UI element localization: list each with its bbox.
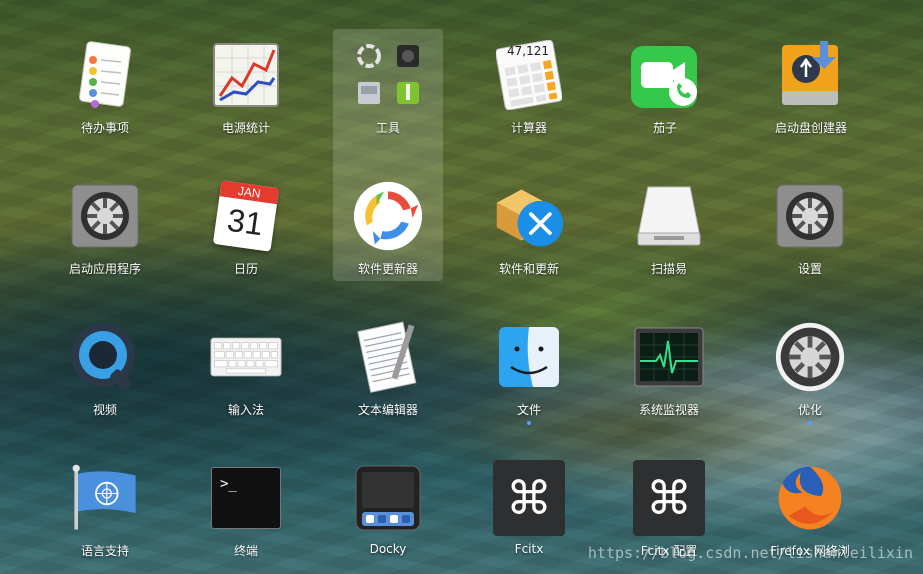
app-utilities-folder[interactable]: 工具: [328, 33, 448, 143]
app-label: 语言支持: [80, 544, 129, 558]
app-label: 启动应用程序: [68, 262, 141, 276]
app-label: 终端: [233, 544, 258, 558]
app-cheese[interactable]: 茄子: [605, 33, 725, 143]
app-docky[interactable]: Docky: [328, 456, 448, 566]
app-label: 茄子: [652, 121, 677, 135]
app-calculator[interactable]: 47,121 计算器: [469, 33, 589, 143]
app-fcitx[interactable]: ⌘ Fcitx: [469, 456, 589, 566]
app-text-editor[interactable]: 文本编辑器: [328, 315, 448, 425]
tweaks-icon: [774, 321, 846, 393]
app-label: Docky: [369, 542, 407, 556]
app-label: 电源统计: [221, 121, 270, 135]
app-language-support[interactable]: 语言支持: [45, 456, 165, 566]
app-label: 输入法: [227, 403, 264, 417]
app-label: 待办事项: [80, 121, 129, 135]
app-label: 软件更新器: [357, 262, 418, 276]
app-label: 工具: [375, 121, 400, 135]
app-power-statistics[interactable]: 电源统计: [186, 33, 306, 143]
app-startup-applications[interactable]: 启动应用程序: [45, 174, 165, 284]
language-support-flag-icon: [69, 462, 141, 534]
watermark-url: https://blog.csdn.net/lishanleilixin: [587, 544, 913, 562]
app-reminders[interactable]: 待办事项: [45, 33, 165, 143]
terminal-icon: >_: [210, 462, 282, 534]
startup-applications-icon: [69, 180, 141, 252]
app-software-updater[interactable]: 软件更新器: [328, 174, 448, 284]
app-label: Fcitx: [514, 542, 544, 556]
scanner-icon: [633, 180, 705, 252]
app-label: 扫描易: [650, 262, 687, 276]
software-updater-icon: [352, 180, 424, 252]
utilities-folder-icon: [352, 39, 424, 111]
docky-icon: [352, 462, 424, 534]
app-label: 文本编辑器: [357, 403, 418, 417]
app-label: 启动盘创建器: [774, 121, 847, 135]
command-key-icon: ⌘: [633, 460, 705, 536]
calendar-day: 31: [225, 201, 266, 243]
app-label: 日历: [233, 262, 258, 276]
app-label: 软件和更新: [498, 262, 559, 276]
keyboard-input-method-icon: [210, 321, 282, 393]
text-editor-icon: [352, 321, 424, 393]
calculator-icon: 47,121: [493, 39, 565, 111]
app-label: 系统监视器: [638, 403, 699, 417]
cheese-camera-icon: [629, 39, 701, 111]
app-scanner[interactable]: 扫描易: [609, 174, 729, 284]
system-monitor-icon: [633, 321, 705, 393]
app-system-monitor[interactable]: 系统监视器: [609, 315, 729, 425]
app-label: 计算器: [510, 121, 547, 135]
startup-disk-creator-icon: [775, 39, 847, 111]
app-label: 优化: [797, 403, 822, 417]
app-videos[interactable]: 视频: [45, 315, 165, 425]
calendar-icon: JAN 31: [210, 180, 282, 252]
videos-icon: [69, 321, 141, 393]
app-label: 视频: [92, 403, 117, 417]
finder-files-icon: [493, 321, 565, 393]
terminal-prompt: >_: [220, 476, 237, 492]
app-label: 设置: [797, 262, 822, 276]
reminders-icon: [69, 39, 141, 111]
running-indicator: [527, 421, 531, 425]
software-and-updates-icon: [493, 180, 565, 252]
app-terminal[interactable]: >_ 终端: [186, 456, 306, 566]
settings-icon: [774, 180, 846, 252]
app-tweaks[interactable]: 优化: [750, 315, 870, 425]
app-startup-disk-creator[interactable]: 启动盘创建器: [751, 33, 871, 143]
app-input-method[interactable]: 输入法: [186, 315, 306, 425]
app-software-and-updates[interactable]: 软件和更新: [469, 174, 589, 284]
command-key-icon: ⌘: [493, 460, 565, 536]
app-settings[interactable]: 设置: [750, 174, 870, 284]
app-calendar[interactable]: JAN 31 日历: [186, 174, 306, 284]
running-indicator: [808, 421, 812, 425]
calculator-display: 47,121: [507, 44, 549, 58]
firefox-icon: [774, 462, 846, 534]
app-files[interactable]: 文件: [469, 315, 589, 425]
app-label: 文件: [516, 403, 541, 417]
power-statistics-icon: [210, 39, 282, 111]
